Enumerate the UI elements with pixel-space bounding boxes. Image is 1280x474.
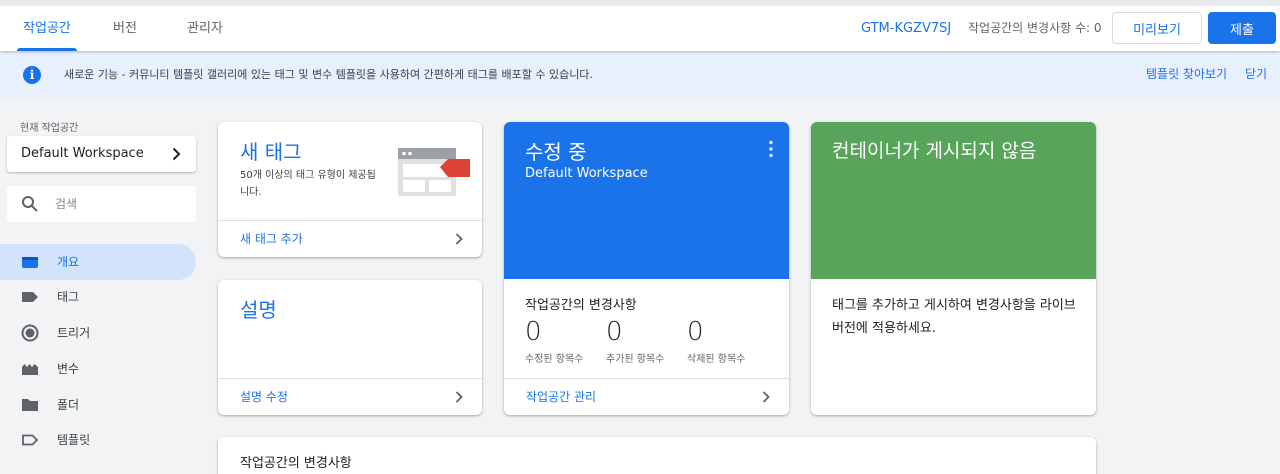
sidebar-item-templates[interactable]: 템플릿 xyxy=(0,422,196,458)
stat-label: 수정된 항목수 xyxy=(525,354,584,365)
publish-instructions: 태그를 추가하고 게시하여 변경사항을 라이브 버전에 적용하세요. xyxy=(832,298,1076,336)
sidebar-item-overview[interactable]: 개요 xyxy=(0,244,196,280)
workspace-name: Default Workspace xyxy=(21,146,144,161)
editing-workspace-card: 수정 중 Default Workspace 작업공간의 변경사항 0 수정된 … xyxy=(504,122,789,415)
stat-label: 삭제된 항목수 xyxy=(687,354,746,365)
search-input[interactable] xyxy=(55,191,185,217)
new-tag-description: 50개 이상의 태그 유형이 제공됩니다. xyxy=(240,170,376,198)
sidebar-item-label: 개요 xyxy=(57,255,80,269)
sidebar-item-label: 템플릿 xyxy=(57,433,91,447)
chevron-right-icon xyxy=(455,233,463,245)
manage-workspace-link[interactable]: 작업공간 관리 xyxy=(526,379,596,415)
tag-icon xyxy=(22,292,38,302)
trigger-icon xyxy=(21,324,39,342)
stat-deleted: 0 삭제된 항목수 xyxy=(687,317,767,365)
tab-workspace[interactable]: 작업공간 xyxy=(17,6,77,51)
add-new-tag-row[interactable]: 새 태그 추가 xyxy=(218,220,482,257)
tab-admin[interactable]: 관리자 xyxy=(187,6,223,51)
editing-workspace-name: Default Workspace xyxy=(525,166,648,181)
tab-versions[interactable]: 버전 xyxy=(113,6,137,51)
container-not-published-card: 컨테이너가 게시되지 않음 태그를 추가하고 게시하여 변경사항을 라이브 버전… xyxy=(811,122,1096,415)
add-new-tag-link[interactable]: 새 태그 추가 xyxy=(240,221,303,257)
top-nav-bar: 작업공간 버전 관리자 GTM-KGZV7SJ 작업공간의 변경사항 수: 0 … xyxy=(0,0,1280,51)
description-card: 설명 설명 수정 xyxy=(218,280,482,415)
stat-value: 0 xyxy=(606,317,623,347)
manage-workspace-row[interactable]: 작업공간 관리 xyxy=(504,378,789,415)
banner-text: 새로운 기능 - 커뮤니티 템플릿 갤러리에 있는 태그 및 변수 템플릿을 사… xyxy=(64,68,593,81)
stat-modified: 0 수정된 항목수 xyxy=(525,317,605,365)
template-icon xyxy=(22,434,39,446)
announcement-banner: i 새로운 기능 - 커뮤니티 템플릿 갤러리에 있는 태그 및 변수 템플릿을… xyxy=(0,51,1280,98)
sidebar-item-variables[interactable]: 변수 xyxy=(0,351,196,387)
not-published-title: 컨테이너가 게시되지 않음 xyxy=(832,140,1037,162)
container-id-link[interactable]: GTM-KGZV7SJ xyxy=(861,6,951,51)
workspace-changes-card-title: 작업공간의 변경사항 xyxy=(240,456,352,471)
sidebar-search xyxy=(7,186,196,222)
overview-icon xyxy=(22,257,38,268)
banner-close-link[interactable]: 닫기 xyxy=(1245,51,1267,98)
stat-value: 0 xyxy=(525,317,542,347)
submit-button[interactable]: 제출 xyxy=(1208,12,1276,44)
new-tag-card: 새 태그 50개 이상의 태그 유형이 제공됩니다. 새 태그 추가 xyxy=(218,122,482,257)
description-title: 설명 xyxy=(240,298,277,322)
workspace-selector[interactable]: Default Workspace xyxy=(7,136,196,172)
sidebar-item-label: 트리거 xyxy=(57,326,91,340)
preview-button[interactable]: 미리보기 xyxy=(1112,12,1202,44)
info-icon: i xyxy=(23,66,41,84)
sidebar-item-tags[interactable]: 태그 xyxy=(0,279,196,315)
edit-description-link[interactable]: 설명 수정 xyxy=(240,379,288,415)
sidebar-item-label: 폴더 xyxy=(57,398,80,412)
editing-title: 수정 중 xyxy=(525,140,587,164)
editing-card-header: 수정 중 Default Workspace xyxy=(504,122,789,279)
new-tag-title: 새 태그 xyxy=(240,140,302,164)
sidebar-item-folders[interactable]: 폴더 xyxy=(0,387,196,423)
workspace-changes-heading: 작업공간의 변경사항 xyxy=(525,298,637,313)
edit-description-row[interactable]: 설명 수정 xyxy=(218,378,482,415)
chevron-right-icon xyxy=(762,391,770,403)
sidebar-item-label: 변수 xyxy=(57,362,80,376)
more-vert-icon[interactable] xyxy=(769,140,773,158)
stat-value: 0 xyxy=(687,317,704,347)
folder-icon xyxy=(22,399,38,411)
stat-added: 0 추가된 항목수 xyxy=(606,317,686,365)
workspace-changes-card: 작업공간의 변경사항 xyxy=(218,437,1096,474)
tag-illustration-icon xyxy=(398,148,470,196)
chevron-right-icon xyxy=(455,391,463,403)
search-icon xyxy=(22,196,38,212)
chevron-right-icon xyxy=(172,147,181,161)
variable-icon xyxy=(22,364,38,375)
explore-templates-link[interactable]: 템플릿 찾아보기 xyxy=(1146,51,1227,98)
sidebar-item-label: 태그 xyxy=(57,290,80,304)
sidebar-item-triggers[interactable]: 트리거 xyxy=(0,315,196,351)
workspace-changes-count: 작업공간의 변경사항 수: 0 xyxy=(968,21,1102,35)
current-workspace-caption: 현재 작업공간 xyxy=(20,123,79,134)
publish-card-header: 컨테이너가 게시되지 않음 xyxy=(811,122,1096,279)
stat-label: 추가된 항목수 xyxy=(606,354,665,365)
